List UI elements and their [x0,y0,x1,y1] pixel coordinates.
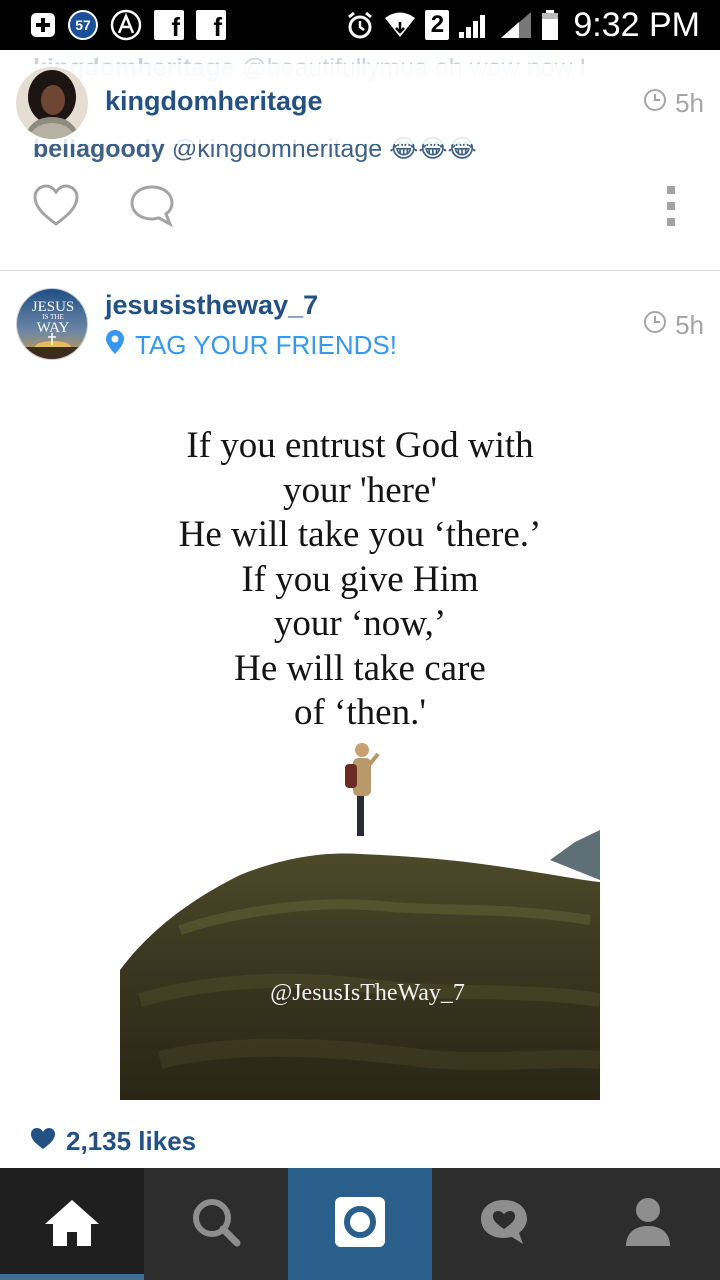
nav-tab-search[interactable] [144,1168,288,1280]
signal-icon [499,10,533,40]
heart-filled-icon [30,1127,56,1156]
profile-icon [624,1196,672,1253]
location-text: TAG YOUR FRIENDS! [135,330,397,360]
facebook-icon: f [154,10,184,40]
camera-icon [333,1195,387,1254]
nav-tab-home[interactable] [0,1168,144,1280]
image-watermark: @JesusIsTheWay_7 [270,980,465,1006]
quote-line: your ‘now,’ [273,603,447,644]
post-header: kingdomheritage 5h [0,64,720,144]
mountain-photo [120,730,602,1100]
facebook-icon: f [196,10,226,40]
timestamp-text: 5h [675,310,704,340]
bottom-nav [0,1168,720,1280]
heart-icon [32,183,80,233]
post-username[interactable]: kingdomheritage [105,86,323,117]
nav-tab-camera[interactable] [288,1168,432,1280]
timestamp-text: 5h [675,88,704,118]
a-logo-icon [110,9,142,41]
quote-line: If you give Him [241,558,479,600]
clock-icon [643,310,667,341]
quote-line: He will take care [234,647,486,689]
quote-line: If you entrust God with [186,425,534,466]
clock: 9:32 PM [573,5,700,44]
wifi-icon [383,10,417,40]
avatar[interactable]: JESUS IS THE WAY [16,288,88,360]
likes-text: 2,135 likes [66,1126,197,1156]
comment-button[interactable] [126,182,178,234]
nav-tab-activity[interactable] [432,1168,576,1280]
home-icon [43,1196,101,1253]
comment-bubble-icon [128,183,176,234]
search-icon [190,1196,242,1253]
battery-icon [541,9,559,41]
post-timestamp: 5h [643,88,704,119]
clock-icon [643,88,667,119]
hiker-figure [345,743,380,836]
post-username[interactable]: jesusistheway_7 [105,290,318,321]
alarm-icon [345,10,375,40]
activity-heart-icon [477,1196,531,1253]
post-timestamp: 5h [643,310,704,341]
post-image[interactable]: If you entrust God with your 'here' He w… [0,380,720,1100]
more-options-button[interactable] [656,182,686,234]
quote-line: He will take you ‘there.’ [178,514,542,555]
notification-count-icon: 57 [68,10,98,40]
feed[interactable]: kingdomheritage @beautifullymua oh wow n… [0,50,720,1168]
like-button[interactable] [30,182,82,234]
quote-line: your 'here' [282,469,438,511]
sim-2-icon: 2 [425,10,450,40]
post-divider [0,270,720,271]
avatar[interactable] [16,67,88,139]
quote-line: of ‘then.' [293,692,426,733]
location-pin-icon [105,329,125,362]
more-vertical-icon [665,184,677,233]
plus-box-icon [30,12,56,38]
avatar-text: WAY [37,320,70,336]
nav-tab-profile[interactable] [576,1168,720,1280]
post-location[interactable]: TAG YOUR FRIENDS! [105,329,397,362]
signal-icon [457,10,491,40]
post-actions [0,182,720,252]
likes-count[interactable]: 2,135 likes [30,1126,196,1157]
quote-text: If you entrust God with your 'here' He w… [0,424,720,736]
status-bar: 57 f f 2 9:32 PM [0,0,720,50]
